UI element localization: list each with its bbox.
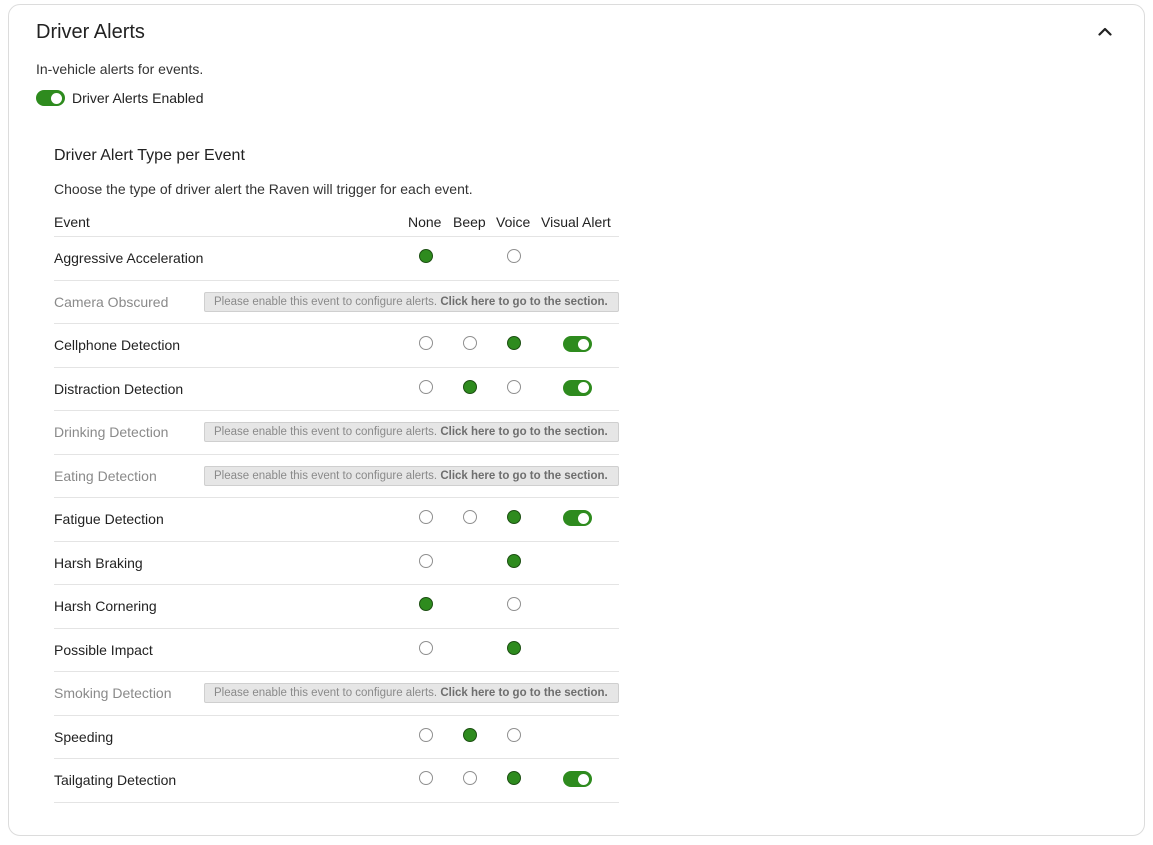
enable-event-notice[interactable]: Please enable this event to configure al… bbox=[204, 422, 619, 443]
radio-voice[interactable] bbox=[507, 249, 521, 264]
radio-beep[interactable] bbox=[463, 771, 477, 786]
radio-beep[interactable] bbox=[463, 510, 477, 525]
header-event: Event bbox=[54, 214, 90, 230]
event-name: Speeding bbox=[54, 728, 114, 745]
table-row: Possible Impact bbox=[54, 629, 619, 672]
driver-alerts-enabled-toggle[interactable] bbox=[36, 90, 65, 106]
table-row: Camera Obscured Please enable this event … bbox=[54, 281, 619, 324]
alert-type-table: Event None Beep Voice Visual Alert Aggre… bbox=[54, 203, 619, 803]
visual-alert-toggle[interactable] bbox=[563, 336, 592, 353]
enable-event-notice[interactable]: Please enable this event to configure al… bbox=[204, 683, 619, 704]
notice-text: Please enable this event to configure al… bbox=[214, 469, 438, 482]
table-row: Harsh Cornering bbox=[54, 585, 619, 629]
table-row: Fatigue Detection bbox=[54, 498, 619, 542]
table-row: Speeding bbox=[54, 716, 619, 759]
visual-alert-toggle[interactable] bbox=[563, 771, 592, 788]
card-title: Driver Alerts bbox=[36, 21, 145, 43]
table-header: Event None Beep Voice Visual Alert bbox=[54, 203, 619, 237]
table-row: Smoking Detection Please enable this even… bbox=[54, 672, 619, 716]
radio-voice[interactable] bbox=[507, 379, 521, 394]
radio-none[interactable] bbox=[419, 336, 433, 351]
radio-voice[interactable] bbox=[507, 336, 521, 351]
radio-beep[interactable] bbox=[463, 379, 477, 394]
master-toggle-label: Driver Alerts Enabled bbox=[72, 90, 204, 106]
visual-alert-toggle[interactable] bbox=[563, 379, 592, 396]
radio-none[interactable] bbox=[419, 771, 433, 786]
header-visual-alert: Visual Alert bbox=[541, 214, 611, 230]
event-name: Smoking Detection bbox=[54, 685, 172, 702]
radio-voice[interactable] bbox=[507, 553, 521, 568]
event-name: Harsh Braking bbox=[54, 554, 143, 571]
notice-text: Please enable this event to configure al… bbox=[214, 295, 438, 308]
event-name: Eating Detection bbox=[54, 467, 157, 484]
event-name: Possible Impact bbox=[54, 641, 153, 658]
radio-beep[interactable] bbox=[463, 336, 477, 351]
table-row: Drinking Detection Please enable this eve… bbox=[54, 411, 619, 455]
collapse-button[interactable] bbox=[1093, 19, 1117, 43]
event-name: Cellphone Detection bbox=[54, 337, 181, 354]
event-name: Aggressive Acceleration bbox=[54, 250, 204, 267]
visual-alert-toggle[interactable] bbox=[563, 510, 592, 527]
radio-voice[interactable] bbox=[507, 727, 521, 742]
radio-none[interactable] bbox=[419, 379, 433, 394]
event-name: Camera Obscured bbox=[54, 293, 169, 310]
master-toggle-row: Driver Alerts Enabled bbox=[36, 90, 204, 106]
table-body: Aggressive Acceleration Camera Obscured Pl… bbox=[54, 237, 619, 803]
radio-none[interactable] bbox=[419, 510, 433, 525]
enable-event-notice[interactable]: Please enable this event to configure al… bbox=[204, 465, 619, 486]
section-description: Choose the type of driver alert the Rave… bbox=[54, 181, 473, 197]
radio-none[interactable] bbox=[419, 553, 433, 568]
header-beep: Beep bbox=[453, 214, 486, 230]
table-row: Harsh Braking bbox=[54, 542, 619, 585]
go-to-section-link[interactable]: Click here to go to the section. bbox=[440, 470, 607, 482]
radio-beep[interactable] bbox=[463, 727, 477, 742]
radio-none[interactable] bbox=[419, 727, 433, 742]
event-name: Harsh Cornering bbox=[54, 598, 157, 615]
enable-event-notice[interactable]: Please enable this event to configure al… bbox=[204, 291, 619, 312]
notice-text: Please enable this event to configure al… bbox=[214, 687, 438, 700]
radio-none[interactable] bbox=[419, 249, 433, 264]
radio-voice[interactable] bbox=[507, 771, 521, 786]
go-to-section-link[interactable]: Click here to go to the section. bbox=[440, 296, 607, 308]
section-title: Driver Alert Type per Event bbox=[54, 147, 245, 164]
event-name: Fatigue Detection bbox=[54, 511, 164, 528]
go-to-section-link[interactable]: Click here to go to the section. bbox=[440, 426, 607, 438]
radio-voice[interactable] bbox=[507, 510, 521, 525]
radio-none[interactable] bbox=[419, 597, 433, 612]
header-voice: Voice bbox=[496, 214, 531, 230]
table-row: Distraction Detection bbox=[54, 368, 619, 411]
header-none: None bbox=[408, 214, 442, 230]
radio-voice[interactable] bbox=[507, 640, 521, 655]
table-row: Cellphone Detection bbox=[54, 324, 619, 368]
table-row: Tailgating Detection bbox=[54, 759, 619, 803]
table-row: Aggressive Acceleration bbox=[54, 237, 619, 281]
event-name: Drinking Detection bbox=[54, 424, 169, 441]
go-to-section-link[interactable]: Click here to go to the section. bbox=[440, 687, 607, 699]
event-name: Tailgating Detection bbox=[54, 772, 177, 789]
radio-voice[interactable] bbox=[507, 597, 521, 612]
event-name: Distraction Detection bbox=[54, 380, 184, 397]
driver-alerts-card: Driver Alerts In-vehicle alerts for even… bbox=[8, 4, 1145, 836]
card-subtitle: In-vehicle alerts for events. bbox=[36, 61, 204, 77]
chevron-up-icon bbox=[1098, 27, 1112, 36]
radio-none[interactable] bbox=[419, 640, 433, 655]
notice-text: Please enable this event to configure al… bbox=[214, 426, 438, 439]
table-row: Eating Detection Please enable this event… bbox=[54, 455, 619, 498]
